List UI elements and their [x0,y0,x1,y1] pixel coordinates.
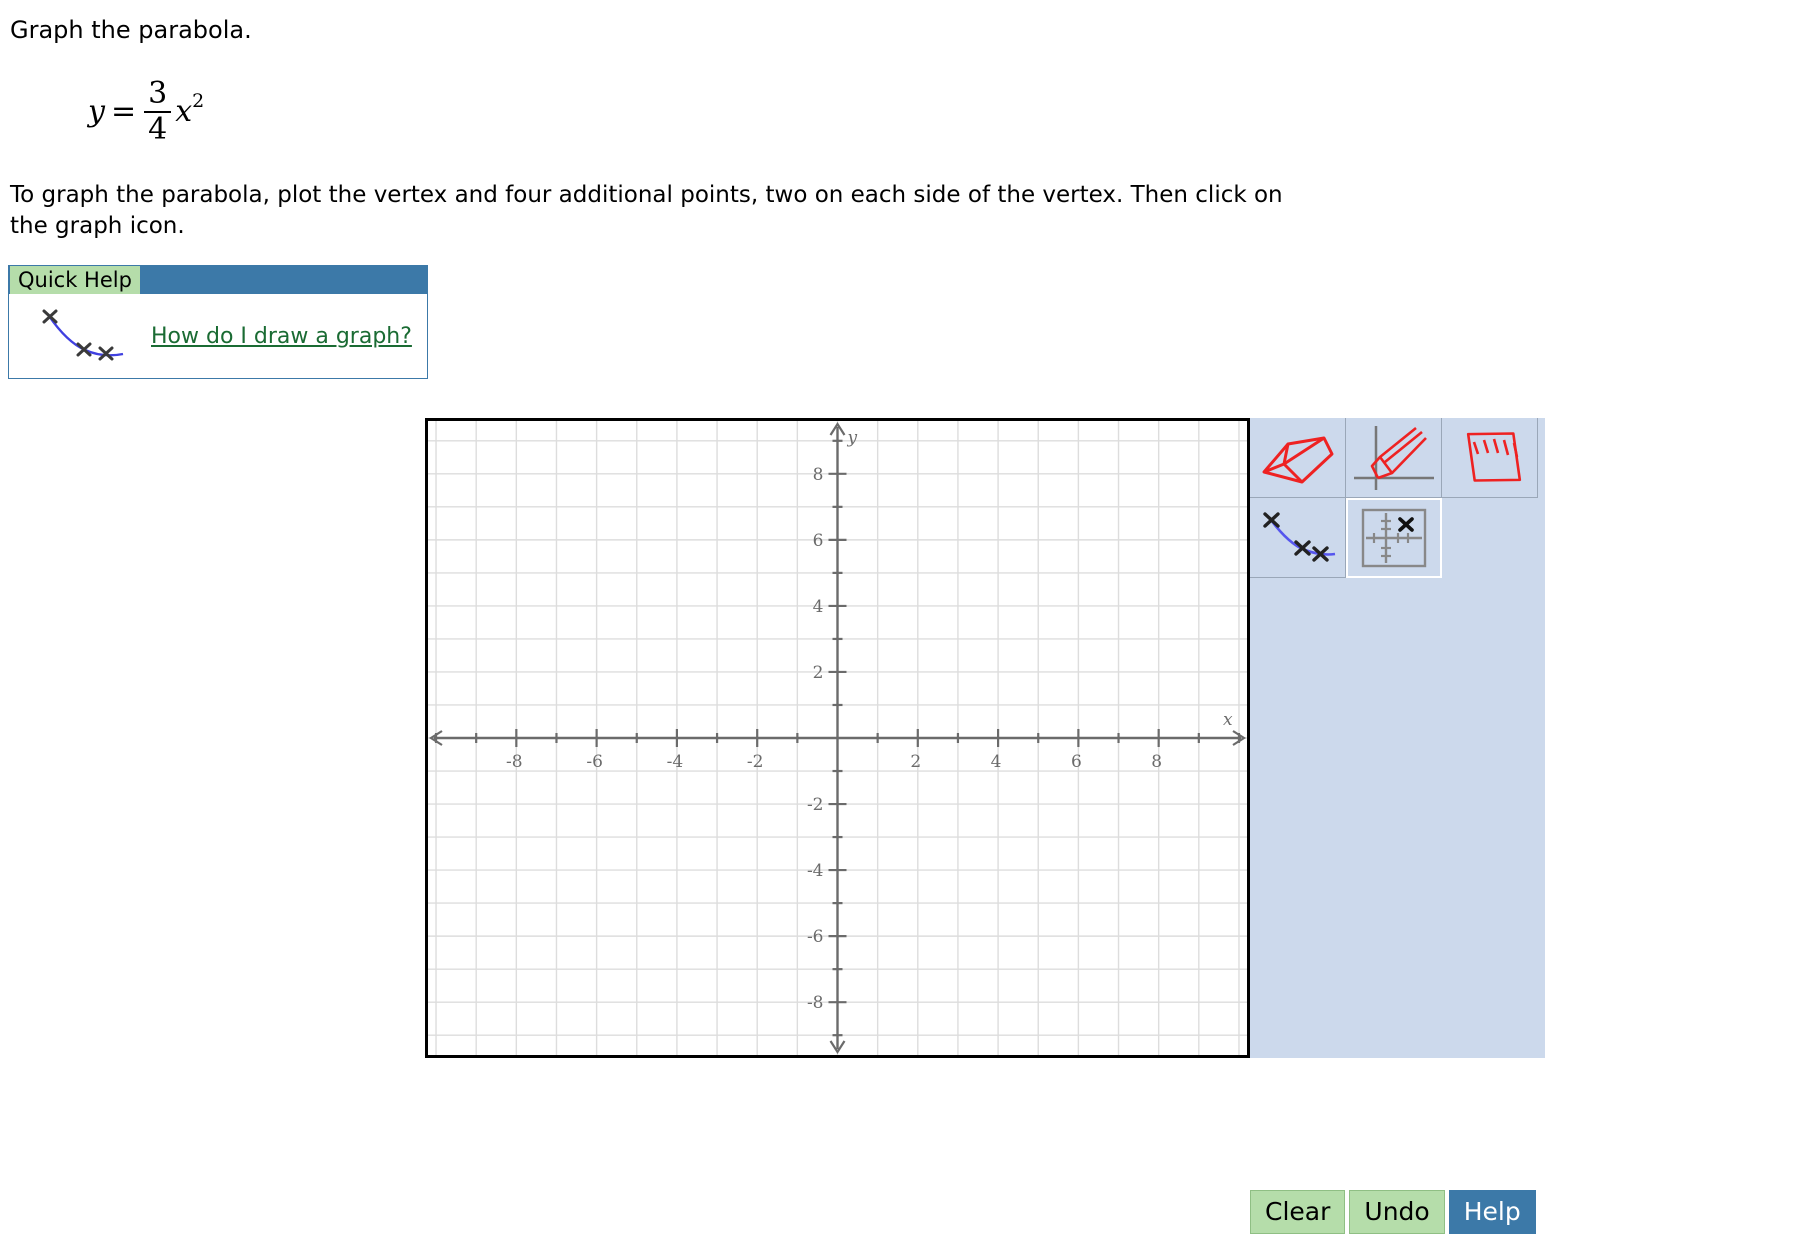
quick-help-panel: Quick Help How do I draw a graph? [8,265,428,380]
coordinate-plane[interactable]: -8 -6 -4 -2 2 4 6 8 8 6 4 2 -2 -4 -6 -8 x y [428,421,1247,1055]
page-title: Graph the parabola. [10,16,252,44]
fraction-denominator: 4 [148,111,168,147]
svg-text:-8: -8 [506,752,523,772]
axes [428,421,1247,1055]
svg-text:-4: -4 [667,752,684,772]
clear-button[interactable]: Clear [1250,1190,1346,1234]
quick-help-header: Quick Help [8,265,428,294]
svg-text:2: 2 [910,752,921,772]
equation-lhs: y [88,94,105,129]
quick-help-tab[interactable]: Quick Help [10,266,140,294]
toolbar-row-1 [1250,418,1545,498]
drawing-toolbar [1250,418,1545,1058]
point-on-grid-icon [1361,508,1427,568]
svg-text:4: 4 [813,597,824,617]
graph-curve-icon [42,309,124,361]
equation-equals: = [110,94,137,129]
plot-point-grid-tool-button[interactable] [1346,498,1442,578]
svg-text:-2: -2 [747,752,764,772]
graph-curve-icon [1262,511,1335,562]
svg-text:6: 6 [813,531,824,551]
fraction-numerator: 3 [148,76,168,111]
plot-point-tool-button[interactable] [1346,418,1442,498]
instructions-text: To graph the parabola, plot the vertex a… [10,182,1283,239]
equation: y = 3 4 x 2 [88,78,204,145]
pencil-icon [1353,425,1434,490]
graph-canvas[interactable]: -8 -6 -4 -2 2 4 6 8 8 6 4 2 -2 -4 -6 -8 x y [425,418,1250,1058]
eraser-icon [1262,436,1333,483]
x-axis-label: x [1223,710,1233,730]
svg-text:-2: -2 [807,795,824,815]
how-do-i-draw-a-graph-link[interactable]: How do I draw a graph? [151,324,412,349]
equation-fraction: 3 4 [144,76,172,147]
svg-text:2: 2 [813,663,824,683]
undo-button[interactable]: Undo [1349,1190,1445,1234]
svg-text:-8: -8 [807,993,824,1013]
equation-exponent: 2 [192,89,205,112]
svg-text:-4: -4 [807,861,824,881]
svg-text:8: 8 [1151,752,1162,772]
svg-text:-6: -6 [807,927,824,947]
draw-graph-tool-button[interactable] [1250,498,1346,578]
quick-help-body: How do I draw a graph? [8,294,428,379]
y-axis-label: y [847,428,858,448]
equation-variable: x [175,94,193,129]
ruler-icon [1466,431,1521,482]
svg-text:-6: -6 [586,752,603,772]
eraser-tool-button[interactable] [1250,418,1346,498]
svg-text:6: 6 [1071,752,1082,772]
draw-line-tool-button[interactable] [1442,418,1538,498]
toolbar-empty-slot [1442,498,1538,578]
action-buttons: Clear Undo Help [1250,1190,1536,1234]
svg-text:4: 4 [991,752,1002,772]
svg-text:8: 8 [813,465,824,485]
help-button[interactable]: Help [1448,1190,1536,1234]
toolbar-row-2 [1250,498,1545,578]
